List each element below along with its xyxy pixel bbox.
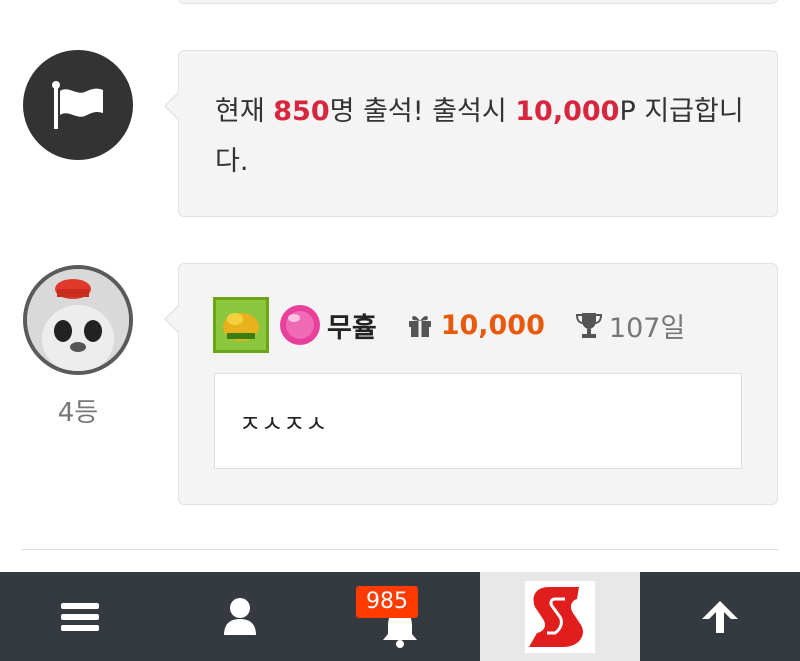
attendance-reward: 10,000 bbox=[515, 96, 620, 127]
candy-icon bbox=[280, 305, 320, 345]
scroll-top-button[interactable] bbox=[640, 572, 800, 661]
previous-comment-box bbox=[178, 0, 778, 4]
attendance-entry-bubble: 무휼 10,000 107일 ㅈㅅㅈㅅ bbox=[164, 263, 778, 505]
notice-middle: 명 출석! 출석시 bbox=[329, 96, 516, 127]
home-logo-button[interactable] bbox=[480, 572, 640, 661]
menu-icon bbox=[61, 602, 99, 631]
attendance-flag-avatar bbox=[23, 50, 133, 160]
attendance-notice-text: 현재 850명 출석! 출석시 10,000P 지급합니다. bbox=[215, 87, 755, 187]
notification-count-badge: 985 bbox=[356, 586, 418, 618]
gift-icon bbox=[408, 315, 431, 337]
attendance-days: 107일 bbox=[608, 312, 686, 344]
profile-button[interactable] bbox=[160, 572, 320, 661]
comment-text: ㅈㅅㅈㅅ bbox=[239, 410, 328, 438]
rank-label: 4등 bbox=[57, 398, 99, 428]
trophy-icon bbox=[575, 313, 602, 338]
points-value: 10,000 bbox=[440, 309, 545, 341]
site-logo-icon bbox=[525, 580, 595, 653]
user-icon bbox=[224, 597, 256, 635]
username[interactable]: 무휼 bbox=[327, 306, 377, 345]
menu-button[interactable] bbox=[0, 572, 160, 661]
notice-prefix: 현재 bbox=[215, 96, 274, 127]
attendance-notice-bubble: 현재 850명 출석! 출석시 10,000P 지급합니다. bbox=[164, 50, 778, 217]
seal-avatar-image bbox=[27, 269, 129, 371]
comment-box: ㅈㅅㅈㅅ bbox=[214, 373, 742, 469]
user-avatar[interactable] bbox=[23, 265, 133, 375]
flag-icon bbox=[52, 81, 103, 129]
arrow-up-icon bbox=[702, 600, 738, 633]
entry-header: 무휼 10,000 107일 bbox=[213, 297, 757, 353]
section-divider bbox=[22, 549, 778, 550]
level-badge-icon bbox=[213, 297, 269, 353]
attendance-count: 850 bbox=[273, 96, 330, 127]
